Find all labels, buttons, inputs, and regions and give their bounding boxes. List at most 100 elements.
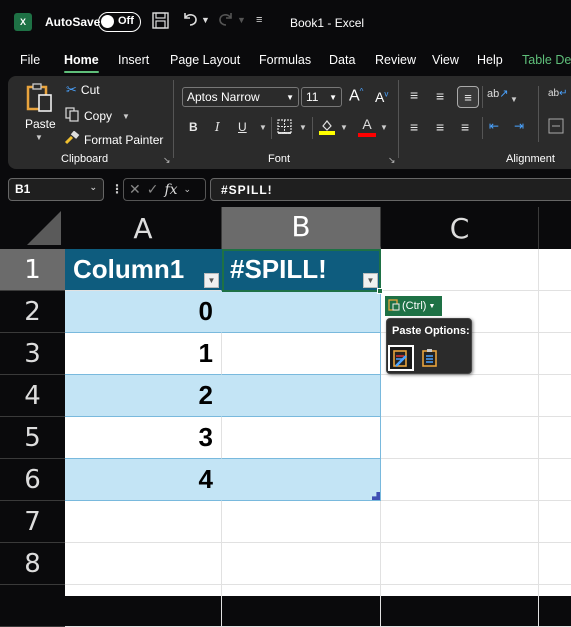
tab-table-design[interactable]: Table De — [522, 53, 571, 67]
cell-b4[interactable] — [222, 375, 381, 417]
row-header-1[interactable]: 1 — [0, 249, 65, 291]
row-header-9[interactable] — [0, 585, 65, 627]
row-header-8[interactable]: 8 — [0, 543, 65, 585]
cell-a6[interactable]: 4 — [65, 459, 222, 501]
decrease-font-size-button[interactable]: Av — [375, 89, 388, 105]
decrease-indent-icon[interactable]: ⇤ — [489, 119, 499, 133]
borders-icon[interactable] — [277, 119, 292, 139]
tab-home[interactable]: Home — [64, 53, 99, 73]
cell-a3[interactable]: 1 — [65, 333, 222, 375]
save-icon[interactable] — [152, 12, 169, 33]
undo-dropdown-icon[interactable]: ▼ — [201, 15, 210, 25]
name-box[interactable]: B1 ⌄ — [8, 178, 104, 201]
underline-button[interactable]: U — [238, 120, 247, 134]
cell-c1[interactable] — [381, 249, 539, 291]
column-header-d[interactable] — [539, 207, 571, 249]
chevron-down-icon[interactable]: ⌄ — [184, 184, 192, 195]
cell-c8[interactable] — [381, 543, 539, 585]
cell-c6[interactable] — [381, 459, 539, 501]
paste-dropdown-icon[interactable]: ▼ — [35, 133, 43, 142]
redo-icon[interactable] — [217, 10, 235, 32]
increase-font-size-button[interactable]: A^ — [349, 87, 363, 105]
paste-icon[interactable] — [26, 83, 54, 118]
column-header-a[interactable]: A — [65, 207, 222, 249]
paste-label[interactable]: Paste — [25, 117, 56, 131]
italic-button[interactable]: I — [215, 120, 220, 134]
font-color-button[interactable]: A — [358, 116, 376, 137]
clipboard-dialog-launcher-icon[interactable]: ↘ — [163, 155, 171, 166]
formula-input[interactable]: #SPILL! — [210, 178, 571, 201]
cut-button[interactable]: ✂ Cut — [66, 82, 100, 98]
filter-dropdown-button[interactable]: ▼ — [204, 273, 219, 288]
cell-b8[interactable] — [222, 543, 381, 585]
bottom-align-button[interactable]: ≡ — [457, 86, 479, 108]
font-size-select[interactable]: 11 ▼ — [301, 87, 342, 107]
cell-a8[interactable] — [65, 543, 222, 585]
tab-page-layout[interactable]: Page Layout — [170, 53, 240, 67]
cell-d2[interactable] — [539, 291, 571, 333]
cell-d9[interactable] — [539, 585, 571, 627]
cell-a7[interactable] — [65, 501, 222, 543]
cell-c9[interactable] — [381, 585, 539, 627]
align-left-icon[interactable]: ≡ — [410, 119, 418, 135]
top-align-icon[interactable]: ≡ — [410, 87, 418, 103]
paste-options-button[interactable]: (Ctrl) ▼ — [385, 296, 442, 316]
paste-option[interactable] — [417, 345, 443, 371]
autosave-toggle[interactable]: Off — [98, 12, 141, 32]
column-header-b[interactable]: B — [222, 207, 381, 249]
font-name-select[interactable]: Aptos Narrow ▼ — [182, 87, 299, 107]
row-header-5[interactable]: 5 — [0, 417, 65, 459]
select-all-button[interactable] — [0, 207, 65, 249]
fill-color-icon[interactable] — [318, 117, 336, 140]
keep-source-formatting-option[interactable] — [388, 345, 414, 371]
font-dialog-launcher-icon[interactable]: ↘ — [388, 155, 396, 166]
cell-b9[interactable] — [222, 585, 381, 627]
cell-a4[interactable]: 2 — [65, 375, 222, 417]
bold-button[interactable]: B — [189, 120, 198, 134]
tab-formulas[interactable]: Formulas — [259, 53, 311, 67]
column-header-c[interactable]: C — [381, 207, 539, 249]
cell-d5[interactable] — [539, 417, 571, 459]
orientation-dropdown-icon[interactable]: ▼ — [510, 95, 518, 104]
middle-align-icon[interactable]: ≡ — [436, 88, 444, 104]
wrap-text-icon[interactable]: ab↵ — [548, 88, 568, 99]
cell-d4[interactable] — [539, 375, 571, 417]
tab-file[interactable]: File — [20, 53, 40, 67]
cell-a1[interactable]: Column1 ▼ — [65, 249, 222, 291]
fill-color-dropdown-icon[interactable]: ▼ — [340, 123, 348, 132]
row-header-3[interactable]: 3 — [0, 333, 65, 375]
customize-toolbar-icon[interactable]: ≡ — [256, 14, 262, 26]
cell-c7[interactable] — [381, 501, 539, 543]
undo-icon[interactable] — [181, 10, 199, 32]
cancel-icon[interactable]: ✕ — [129, 181, 141, 198]
cell-a5[interactable]: 3 — [65, 417, 222, 459]
more-options-icon[interactable]: ⋮ — [111, 182, 123, 196]
merge-center-icon[interactable] — [548, 118, 564, 139]
cell-a9[interactable] — [65, 585, 222, 627]
increase-indent-icon[interactable]: ⇥ — [514, 119, 524, 133]
tab-insert[interactable]: Insert — [118, 53, 149, 67]
insert-function-button[interactable]: fx — [164, 182, 177, 198]
row-header-7[interactable]: 7 — [0, 501, 65, 543]
cell-b7[interactable] — [222, 501, 381, 543]
row-header-6[interactable]: 6 — [0, 459, 65, 501]
format-painter-button[interactable]: Format Painter — [64, 130, 163, 148]
align-center-icon[interactable]: ≡ — [436, 119, 444, 135]
cell-a2[interactable]: 0 — [65, 291, 222, 333]
tab-view[interactable]: View — [432, 53, 459, 67]
row-header-2[interactable]: 2 — [0, 291, 65, 333]
cell-d7[interactable] — [539, 501, 571, 543]
cell-b5[interactable] — [222, 417, 381, 459]
copy-button[interactable]: Copy ▼ — [65, 107, 130, 125]
cell-b6[interactable] — [222, 459, 381, 501]
enter-icon[interactable]: ✓ — [147, 181, 159, 198]
fill-handle[interactable] — [377, 288, 383, 294]
borders-dropdown-icon[interactable]: ▼ — [299, 123, 307, 132]
row-header-4[interactable]: 4 — [0, 375, 65, 417]
cell-b2[interactable] — [222, 291, 381, 333]
underline-dropdown-icon[interactable]: ▼ — [259, 123, 267, 132]
cell-d6[interactable] — [539, 459, 571, 501]
cell-d1[interactable] — [539, 249, 571, 291]
tab-data[interactable]: Data — [329, 53, 355, 67]
cell-c4[interactable] — [381, 375, 539, 417]
